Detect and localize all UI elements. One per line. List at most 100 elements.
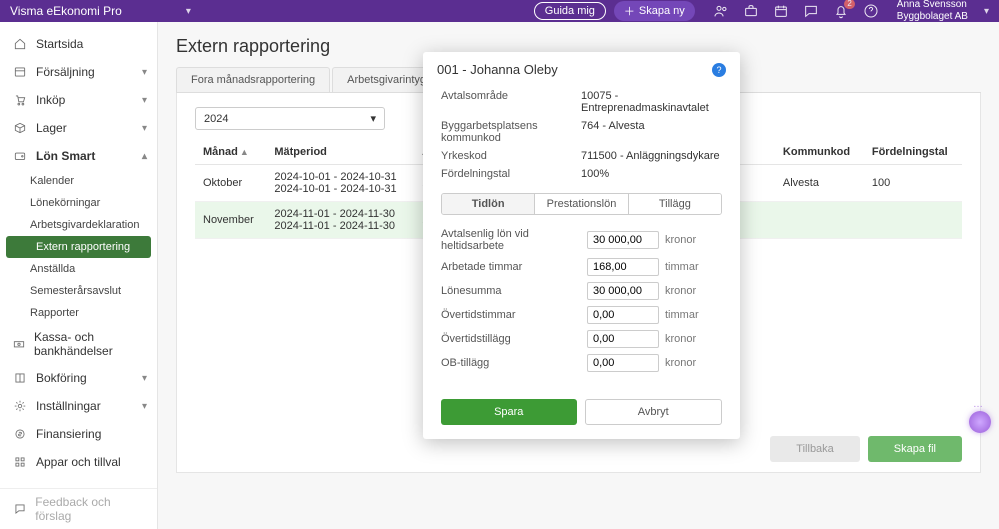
home-icon xyxy=(12,36,28,52)
sidebar-item-cash[interactable]: Kassa- och bankhändelser xyxy=(0,324,157,364)
sidebar-sub-reports[interactable]: Rapporter xyxy=(0,302,157,324)
sidebar-item-sales[interactable]: Försäljning ▾ xyxy=(0,58,157,86)
sidebar-sub-employer-decl[interactable]: Arbetsgivardeklaration xyxy=(0,214,157,236)
sidebar-sub-employees[interactable]: Anställda xyxy=(0,258,157,280)
cell-month: Oktober xyxy=(195,165,266,202)
ot-hours-input[interactable] xyxy=(587,306,659,324)
sidebar-item-stock[interactable]: Lager ▾ xyxy=(0,114,157,142)
users-icon[interactable] xyxy=(713,3,729,19)
sidebar-item-label: Lager xyxy=(36,121,67,135)
sidebar-item-label: Startsida xyxy=(36,37,83,51)
sidebar-item-label: Lön Smart xyxy=(36,149,95,163)
sidebar-item-label: Bokföring xyxy=(36,371,87,385)
seg-prestationslon[interactable]: Prestationslön xyxy=(535,194,628,214)
field-label: Arbetade timmar xyxy=(441,261,581,273)
sidebar-item-payroll[interactable]: Lön Smart▴ xyxy=(0,142,157,170)
chevron-down-icon: ▾ xyxy=(984,6,989,17)
info-value: 764 - Alvesta xyxy=(581,120,722,144)
panel-footer: Tillbaka Skapa fil xyxy=(770,436,962,462)
calendar-icon[interactable] xyxy=(773,3,789,19)
ot-add-input[interactable] xyxy=(587,330,659,348)
chevron-down-icon: ▾ xyxy=(142,123,147,134)
fulltime-input[interactable] xyxy=(587,231,659,249)
assistant-fab[interactable] xyxy=(969,411,991,433)
chevron-down-icon: ▾ xyxy=(142,373,147,384)
modal-title: 001 - Johanna Oleby xyxy=(437,62,558,77)
notification-badge: 2 xyxy=(844,0,854,9)
unit: kronor xyxy=(665,285,696,297)
book-icon xyxy=(12,370,28,386)
cancel-button[interactable]: Avbryt xyxy=(585,399,723,425)
info-label: Fördelningstal xyxy=(441,168,581,180)
col-period[interactable]: Mätperiod xyxy=(266,140,414,165)
modal-header: 001 - Johanna Oleby ? xyxy=(423,52,740,81)
ob-input[interactable] xyxy=(587,354,659,372)
info-label: Yrkeskod xyxy=(441,150,581,162)
hours-input[interactable] xyxy=(587,258,659,276)
cell-month: November xyxy=(195,202,266,239)
info-value: 10075 - Entreprenadmaskinavtalet xyxy=(581,90,722,114)
guide-button[interactable]: Guida mig xyxy=(534,2,606,20)
unit: kronor xyxy=(665,357,696,369)
cell-municipality: Alvesta xyxy=(775,165,864,202)
chevron-down-icon: ▾ xyxy=(142,401,147,412)
briefcase-icon[interactable] xyxy=(743,3,759,19)
sidebar-item-label: Inköp xyxy=(36,93,65,107)
unit: timmar xyxy=(665,261,699,273)
help-icon[interactable] xyxy=(863,3,879,19)
sidebar-item-settings[interactable]: Inställningar▾ xyxy=(0,392,157,420)
segmented-control: Tidlön Prestationslön Tillägg xyxy=(441,193,722,215)
brand-text: Visma eEkonomi Pro xyxy=(10,4,122,18)
create-button[interactable]: ＋ Skapa ny xyxy=(614,1,695,21)
plus-icon: ＋ xyxy=(624,3,635,19)
year-select[interactable]: 2024 ▾ xyxy=(195,107,385,130)
save-button[interactable]: Spara xyxy=(441,399,577,425)
col-municipality[interactable]: Kommunkod xyxy=(775,140,864,165)
sidebar-item-label: Kassa- och bankhändelser xyxy=(34,330,145,358)
brand[interactable]: Visma eEkonomi Pro ▾ xyxy=(10,4,191,18)
apps-icon xyxy=(12,454,28,470)
bell-icon[interactable]: 2 xyxy=(833,3,849,19)
info-label: Byggarbetsplatsens kommunkod xyxy=(441,120,581,144)
coin-icon xyxy=(12,426,28,442)
sidebar-item-apps[interactable]: Appar och tillval xyxy=(0,448,157,476)
unit: kronor xyxy=(665,333,696,345)
chevron-down-icon: ▾ xyxy=(142,67,147,78)
info-label: Avtalsområde xyxy=(441,90,581,114)
user-block[interactable]: Anna Svensson Byggbolaget AB xyxy=(897,0,968,23)
sidebar-item-accounting[interactable]: Bokföring ▾ xyxy=(0,364,157,392)
create-file-button[interactable]: Skapa fil xyxy=(868,436,962,462)
sidebar-item-financing[interactable]: Finansiering xyxy=(0,420,157,448)
chat-icon[interactable] xyxy=(803,3,819,19)
cell-distribution: 100 xyxy=(864,165,962,202)
modal-footer: Spara Avbryt xyxy=(423,389,740,439)
sidebar-item-label: Appar och tillval xyxy=(36,455,121,469)
tab-fora[interactable]: Fora månadsrapportering xyxy=(176,67,330,92)
year-value: 2024 xyxy=(204,113,228,125)
col-month[interactable]: Månad▲ xyxy=(195,140,266,165)
sidebar-item-purchase[interactable]: Inköp▾ xyxy=(0,86,157,114)
sidebar-sub-payruns[interactable]: Lönekörningar xyxy=(0,192,157,214)
seg-tillagg[interactable]: Tillägg xyxy=(629,194,721,214)
info-value: 711500 - Anläggningsdykare xyxy=(581,150,722,162)
sidebar-item-label: Försäljning xyxy=(36,65,95,79)
help-icon[interactable]: ? xyxy=(712,63,726,77)
back-button[interactable]: Tillbaka xyxy=(770,436,860,462)
field-label: Övertidstimmar xyxy=(441,309,581,321)
seg-tidlon[interactable]: Tidlön xyxy=(442,194,535,214)
cell-period: 2024-10-01 - 2024-10-31 2024-10-01 - 202… xyxy=(266,165,414,202)
gear-icon xyxy=(12,398,28,414)
sidebar-item-feedback[interactable]: Feedback och förslag xyxy=(0,488,157,529)
user-name: Anna Svensson xyxy=(897,0,968,11)
employee-modal: 001 - Johanna Oleby ? Avtalsområde10075 … xyxy=(423,52,740,439)
col-distribution[interactable]: Fördelningstal xyxy=(864,140,962,165)
cell-period: 2024-11-01 - 2024-11-30 2024-11-01 - 202… xyxy=(266,202,414,239)
sidebar-sub-calendar[interactable]: Kalender xyxy=(0,170,157,192)
sort-asc-icon: ▲ xyxy=(240,147,249,157)
sum-input[interactable] xyxy=(587,282,659,300)
sidebar-item-start[interactable]: Startsida xyxy=(0,30,157,58)
sidebar-item-label: Finansiering xyxy=(36,427,101,441)
sidebar-sub-extern[interactable]: Extern rapportering xyxy=(6,236,151,258)
sidebar-sub-year-end[interactable]: Semesterårsavslut xyxy=(0,280,157,302)
sidebar: Startsida Försäljning▾ Inköp▾ Lager▾ Lön… xyxy=(0,22,158,529)
